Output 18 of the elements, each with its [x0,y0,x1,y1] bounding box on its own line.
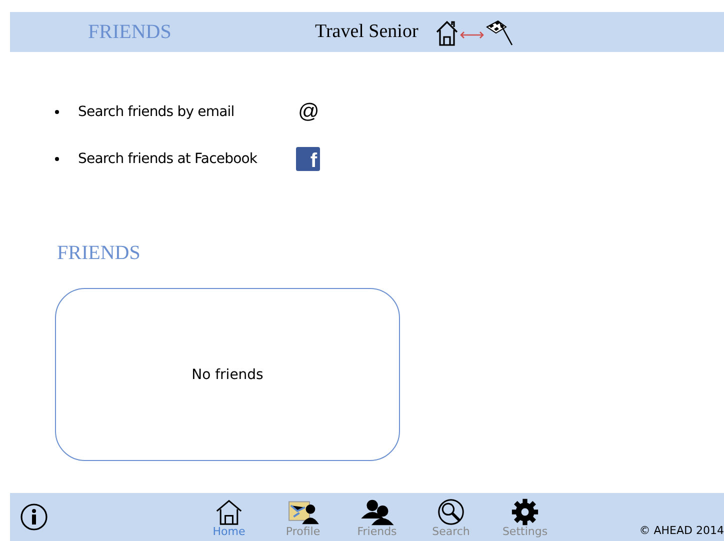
search-option-link[interactable]: Search friends at Facebook [78,150,296,166]
facebook-icon[interactable]: f [296,146,320,170]
nav-tab[interactable]: Profile [282,498,324,538]
app-title: Travel Senior [315,21,418,43]
nav-tab[interactable]: Friends [356,498,398,538]
at-sign-icon[interactable]: @ [298,100,320,124]
nav-tab[interactable]: Search [430,498,472,538]
bullet-icon [55,110,59,114]
nav-tab[interactable]: Home [208,498,250,538]
bullet-icon [55,156,59,160]
nav-tab[interactable]: Settings [504,498,546,538]
info-icon[interactable] [20,503,48,531]
empty-message: No friends [192,366,264,382]
people-icon[interactable] [359,498,395,526]
copyright-text: © AHEAD 2014 [639,524,724,537]
page-title: FRIENDS [88,20,172,44]
section-title: FRIENDS [57,242,142,265]
search-option-link[interactable]: Search friends by email [78,104,296,120]
